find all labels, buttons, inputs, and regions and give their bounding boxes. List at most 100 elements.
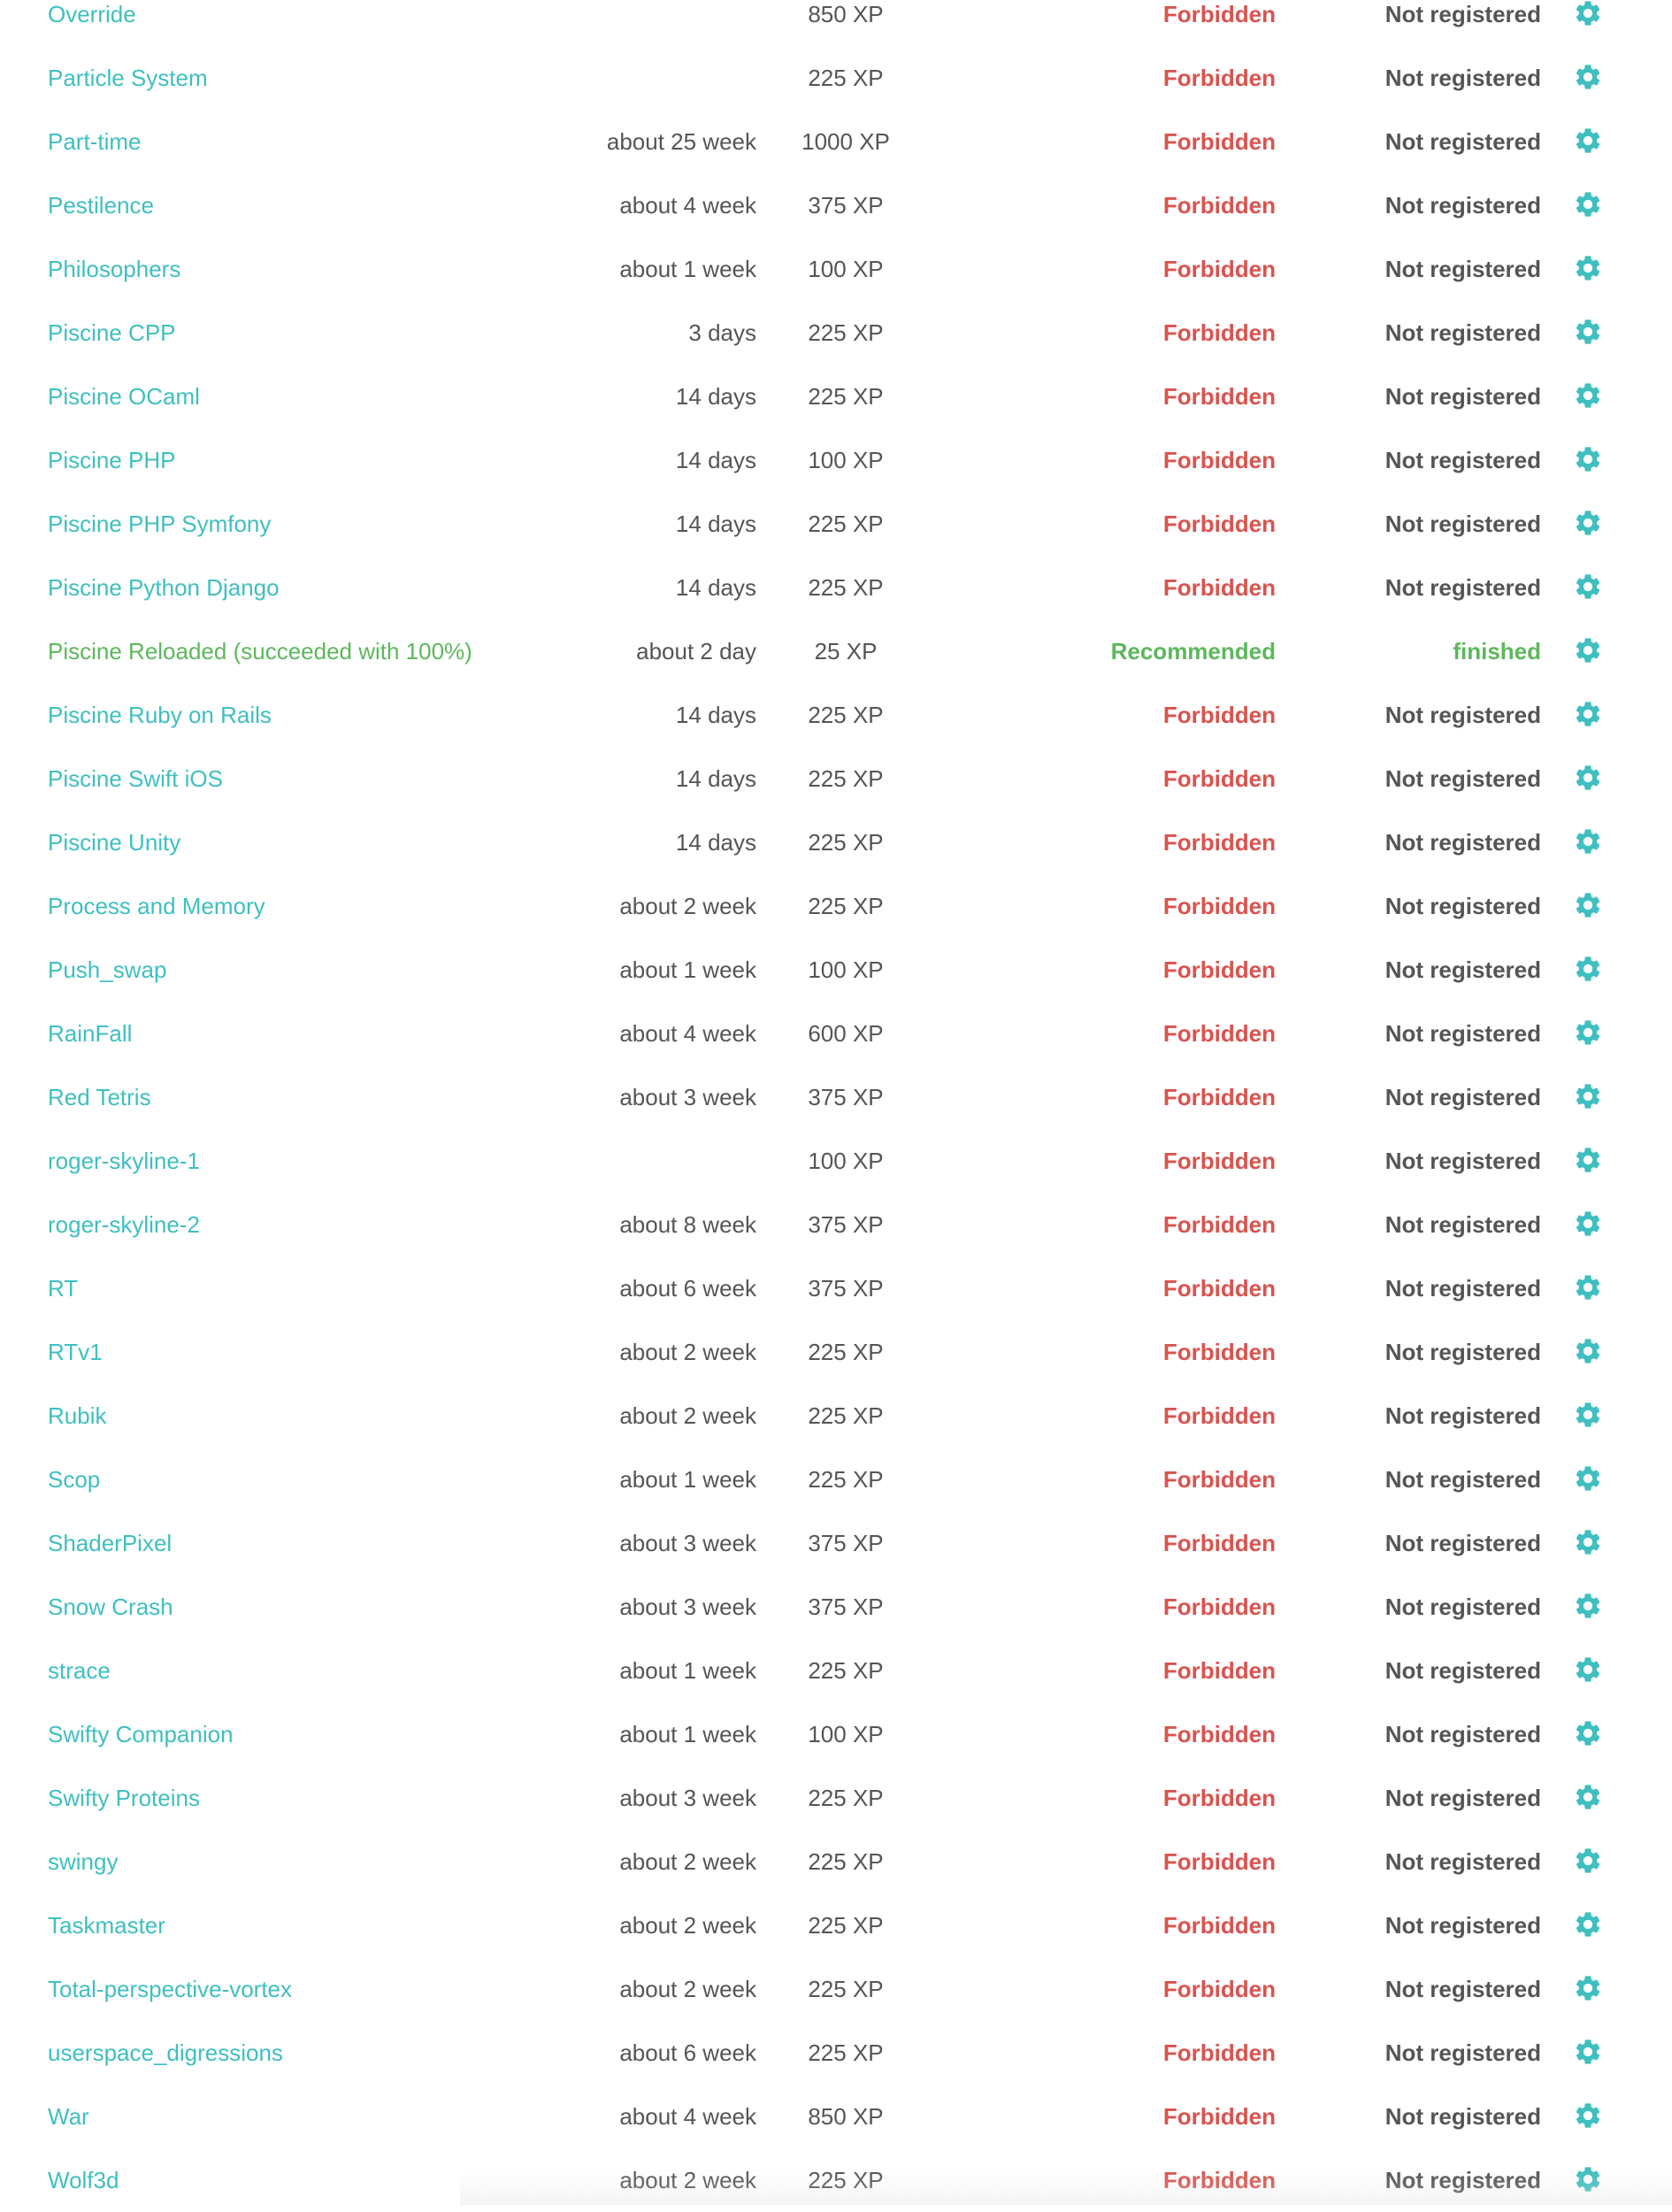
project-access-status: Forbidden	[1162, 1275, 1276, 1302]
project-name-link[interactable]: Override	[48, 0, 136, 46]
project-name-link[interactable]: roger-skyline-2	[48, 1193, 200, 1256]
gear-icon[interactable]	[1573, 253, 1603, 283]
project-name-link[interactable]: Rubik	[48, 1384, 106, 1448]
project-access-status: Forbidden	[1162, 765, 1276, 792]
gear-icon[interactable]	[1573, 572, 1603, 602]
project-name-link[interactable]: Piscine Swift iOS	[48, 747, 223, 810]
project-name-link[interactable]: roger-skyline-1	[48, 1129, 200, 1193]
project-name-link[interactable]: Piscine CPP	[48, 301, 176, 365]
project-duration: about 2 week	[619, 1402, 756, 1429]
project-name-link[interactable]: ShaderPixel	[48, 1511, 172, 1575]
gear-icon[interactable]	[1573, 1909, 1603, 1939]
project-access-status: Forbidden	[1162, 1020, 1276, 1047]
gear-icon[interactable]	[1573, 2037, 1603, 2067]
gear-icon[interactable]	[1573, 763, 1603, 793]
project-name-link[interactable]: Swifty Companion	[48, 1702, 234, 1766]
project-xp: 375 XP	[808, 1594, 884, 1620]
gear-icon[interactable]	[1573, 1782, 1603, 1812]
project-access-status: Forbidden	[1162, 1530, 1276, 1556]
project-row: Part-time about 25 week 1000 XP Forbidden No…	[0, 110, 1672, 173]
project-row: Piscine Swift iOS 14 days 225 XP Forbidden N…	[0, 747, 1672, 810]
gear-icon[interactable]	[1573, 508, 1603, 538]
gear-icon[interactable]	[1573, 1209, 1603, 1239]
project-name-link[interactable]: Part-time	[48, 110, 141, 173]
project-access-status: Forbidden	[1162, 256, 1276, 282]
project-duration: about 8 week	[619, 1211, 756, 1238]
gear-icon[interactable]	[1573, 380, 1603, 411]
project-name-link[interactable]: Push_swap	[48, 938, 166, 1002]
project-row: RTv1 about 2 week 225 XP Forbidden Not regis…	[0, 1320, 1672, 1384]
gear-icon[interactable]	[1573, 2164, 1603, 2194]
gear-icon[interactable]	[1573, 635, 1603, 665]
project-name-link[interactable]: swingy	[48, 1830, 118, 1893]
gear-icon[interactable]	[1573, 1145, 1603, 1175]
project-name-link[interactable]: Philosophers	[48, 237, 180, 301]
gear-icon[interactable]	[1573, 1718, 1603, 1748]
gear-icon[interactable]	[1573, 0, 1603, 28]
gear-icon[interactable]	[1573, 954, 1603, 984]
project-xp: 1000 XP	[801, 128, 890, 155]
project-registration-status: Not registered	[1384, 1084, 1541, 1110]
project-name-link[interactable]: Piscine PHP Symfony	[48, 492, 271, 556]
gear-icon[interactable]	[1573, 1591, 1603, 1621]
gear-icon[interactable]	[1573, 826, 1603, 856]
project-duration: about 6 week	[619, 1275, 756, 1302]
gear-icon[interactable]	[1573, 317, 1603, 347]
gear-icon[interactable]	[1573, 1336, 1603, 1366]
project-row: Wolf3d about 2 week 225 XP Forbidden Not reg…	[0, 2148, 1672, 2212]
gear-icon[interactable]	[1573, 1463, 1603, 1494]
project-name-link[interactable]: Piscine OCaml	[48, 365, 200, 428]
project-xp: 225 XP	[808, 1657, 884, 1684]
project-access-status: Forbidden	[1162, 1466, 1276, 1493]
project-name-link[interactable]: userspace_digressions	[48, 2021, 283, 2085]
project-name-link[interactable]: Taskmaster	[48, 1893, 165, 1957]
gear-icon[interactable]	[1573, 1973, 1603, 2003]
gear-icon[interactable]	[1573, 1846, 1603, 1876]
project-name-link[interactable]: Piscine Unity	[48, 810, 180, 874]
gear-icon[interactable]	[1573, 62, 1603, 92]
project-name-link[interactable]: RTv1	[48, 1320, 103, 1384]
project-duration: about 2 day	[636, 638, 756, 664]
project-access-status: Forbidden	[1162, 383, 1276, 410]
gear-icon[interactable]	[1573, 1081, 1603, 1111]
project-name-link[interactable]: Red Tetris	[48, 1065, 151, 1129]
project-name-link[interactable]: RT	[48, 1256, 78, 1320]
project-name-link[interactable]: Piscine Python Django	[48, 556, 280, 619]
gear-icon[interactable]	[1573, 189, 1603, 219]
gear-icon[interactable]	[1573, 1527, 1603, 1557]
project-name-link[interactable]: Particle System	[48, 46, 208, 110]
project-row: Snow Crash about 3 week 375 XP Forbidden Not…	[0, 1575, 1672, 1639]
project-access-status: Forbidden	[1162, 1, 1276, 27]
project-name-link[interactable]: Piscine PHP	[48, 428, 176, 492]
gear-icon[interactable]	[1573, 1400, 1603, 1430]
project-row: Piscine OCaml 14 days 225 XP Forbidden Not r…	[0, 365, 1672, 428]
project-name-link[interactable]: Pestilence	[48, 173, 154, 237]
project-name-link[interactable]: Total-perspective-vortex	[48, 1957, 292, 2021]
project-row: RT about 6 week 375 XP Forbidden Not registe…	[0, 1256, 1672, 1320]
gear-icon[interactable]	[1573, 1655, 1603, 1685]
project-name-link[interactable]: Swifty Proteins	[48, 1766, 200, 1830]
gear-icon[interactable]	[1573, 444, 1603, 474]
gear-icon[interactable]	[1573, 890, 1603, 920]
project-name-link[interactable]: Piscine Ruby on Rails	[48, 683, 272, 747]
gear-icon[interactable]	[1573, 699, 1603, 729]
project-name-link[interactable]: Scop	[48, 1448, 100, 1511]
gear-icon[interactable]	[1573, 2101, 1603, 2131]
project-name-link[interactable]: Wolf3d	[48, 2148, 119, 2212]
project-duration: about 3 week	[619, 1084, 756, 1110]
project-row: Piscine Unity 14 days 225 XP Forbidden Not r…	[0, 810, 1672, 874]
gear-icon[interactable]	[1573, 1272, 1603, 1302]
project-name-link[interactable]: War	[48, 2085, 89, 2148]
project-xp: 100 XP	[808, 1148, 884, 1174]
project-name-link[interactable]: RainFall	[48, 1002, 132, 1065]
project-name-link[interactable]: Snow Crash	[48, 1575, 173, 1639]
gear-icon[interactable]	[1573, 126, 1603, 156]
project-name-link[interactable]: Process and Memory	[48, 874, 265, 938]
project-registration-status: finished	[1453, 638, 1541, 664]
project-name-link[interactable]: Piscine Reloaded (succeeded with 100%)	[48, 619, 472, 683]
gear-icon[interactable]	[1573, 1018, 1603, 1048]
project-xp: 225 XP	[808, 1402, 884, 1429]
project-xp: 100 XP	[808, 447, 884, 473]
project-registration-status: Not registered	[1384, 956, 1541, 983]
project-name-link[interactable]: strace	[48, 1639, 111, 1702]
